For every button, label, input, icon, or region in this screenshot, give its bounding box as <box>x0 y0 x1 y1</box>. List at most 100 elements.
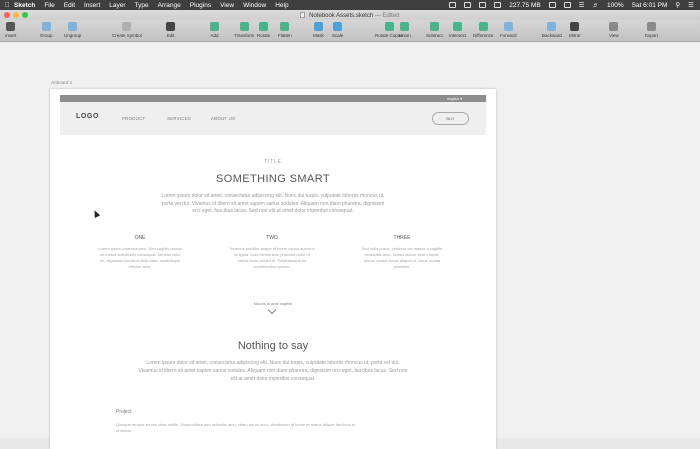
document-name: Notebook Assets.sketch <box>309 12 374 19</box>
toolbar-label: Rotate <box>257 33 271 38</box>
status-icon[interactable] <box>563 2 571 8</box>
artboard[interactable]: english ▾ LOGO PRODUCT SERVICES ABOUT US… <box>50 89 496 449</box>
toolbar-label: Union <box>399 33 411 38</box>
edit-icon <box>166 22 175 31</box>
feature-title: ONE <box>134 235 146 241</box>
toolbar-label: Create Symbol <box>112 33 142 38</box>
feature-text: Vivamus porttitor augue et lorem varius … <box>229 246 315 269</box>
toolbar-create-symbol-button[interactable]: Create Symbol <box>112 22 142 38</box>
ungroup-icon <box>68 22 78 31</box>
menu-bar:  Sketch File Edit Insert Layer Type Arr… <box>0 0 700 10</box>
toolbar-label: Export <box>645 33 659 38</box>
toolbar-intersect-button[interactable]: Intersect <box>449 22 466 38</box>
menu-file[interactable]: File <box>44 2 54 9</box>
feature-text: Lorem ipsum pharetra arcu. Sed sagittis … <box>98 246 182 269</box>
document-icon <box>300 11 306 18</box>
toolbar-label: Group <box>40 33 53 38</box>
edited-status: — Edited <box>374 12 400 19</box>
section-title: TITLE <box>264 159 282 165</box>
menu-arrange[interactable]: Arrange <box>158 2 181 9</box>
intro-paragraph: Lorem ipsum dolor sit amet, consectetur … <box>161 193 385 214</box>
site-navbar: LOGO PRODUCT SERVICES ABOUT US BUY <box>60 102 486 135</box>
menu-insert[interactable]: Insert <box>84 2 100 9</box>
menu-edit[interactable]: Edit <box>64 2 75 9</box>
toolbar-union-button[interactable]: Union <box>399 22 411 38</box>
view-icon <box>609 22 619 31</box>
apple-icon[interactable]:  <box>0 2 14 9</box>
language-bar: english ▾ <box>60 95 486 102</box>
status-icon[interactable] <box>464 2 472 8</box>
toolbar-transform-button[interactable]: Transform <box>234 22 254 38</box>
language-selector[interactable]: english ▾ <box>447 96 462 101</box>
status-icon[interactable] <box>494 2 502 8</box>
toolbar-scale-button[interactable]: Scale <box>332 22 343 38</box>
menu-layer[interactable]: Layer <box>109 2 125 9</box>
toolbar-backward-button[interactable]: Backward <box>542 22 562 38</box>
toolbar-mask-button[interactable]: Mask <box>313 22 324 38</box>
status-icon[interactable] <box>548 2 556 8</box>
mirror-icon <box>570 22 580 31</box>
menu-view[interactable]: View <box>220 2 234 9</box>
site-logo[interactable]: LOGO <box>76 113 99 120</box>
chevron-down-icon[interactable] <box>267 305 277 315</box>
buy-button[interactable]: BUY <box>432 112 469 125</box>
menu-plugins[interactable]: Plugins <box>190 2 211 9</box>
secondary-paragraph: Lorem ipsum dolor sit amet, consectetur … <box>138 360 408 382</box>
window-title-bar: Notebook Assets.sketch — Edited <box>0 10 700 20</box>
toolbar-export-button[interactable]: Export <box>645 22 658 38</box>
toolbar-add-button[interactable]: Add <box>210 22 219 38</box>
toolbar-view-button[interactable]: View <box>609 22 619 38</box>
forward-icon <box>503 22 513 31</box>
difference-icon <box>478 22 488 31</box>
menu-window[interactable]: Window <box>243 2 266 9</box>
subtract-icon <box>429 22 439 31</box>
toolbar-group-button[interactable]: Group <box>40 22 53 38</box>
wifi-icon[interactable]: ☰ <box>579 1 585 9</box>
rotate-copies-icon <box>384 22 394 31</box>
toolbar-mirror-button[interactable]: Mirror <box>569 22 581 38</box>
menu-app-name[interactable]: Sketch <box>14 2 35 9</box>
toolbar-forward-button[interactable]: Forward <box>500 22 517 38</box>
toolbar-label: Mirror <box>569 33 581 38</box>
toolbar-label: Difference <box>473 33 494 38</box>
toolbar-label: Edit <box>166 33 175 38</box>
feature-title: THREE <box>393 235 411 241</box>
toolbar-flatten-button[interactable]: Flatten <box>278 22 292 38</box>
memory-usage[interactable]: 227.75 MB <box>509 2 540 9</box>
toolbar-difference-button[interactable]: Difference <box>473 22 493 38</box>
scroll-cta-text[interactable]: Mauris in ante sagittis <box>50 301 496 306</box>
nav-product[interactable]: PRODUCT <box>122 116 145 121</box>
add-icon <box>210 22 219 31</box>
nav-about-us[interactable]: ABOUT US <box>211 116 235 121</box>
intersect-icon <box>453 22 463 31</box>
window-title: Notebook Assets.sketch — Edited <box>0 11 700 19</box>
nav-services[interactable]: SERVICES <box>167 116 191 121</box>
menu-type[interactable]: Type <box>135 2 149 9</box>
toolbar-label: Insert <box>5 33 17 38</box>
feature-column-three: THREE Sed nulla purus, vehicula vel mass… <box>359 235 445 270</box>
toolbar-label: View <box>609 33 619 38</box>
menu-items: Sketch File Edit Insert Layer Type Arran… <box>14 2 289 9</box>
toolbar-insert-button[interactable]: Insert <box>5 22 16 38</box>
toolbar-rotate-button[interactable]: Rotate <box>257 22 270 38</box>
toolbar-subtract-button[interactable]: Subtract <box>426 22 443 38</box>
dropbox-icon[interactable] <box>449 2 457 8</box>
artboard-label[interactable]: Artboard 2 <box>51 80 72 85</box>
toolbar-label: Transform <box>234 33 255 38</box>
clock[interactable]: Sat 6:01 PM <box>632 2 668 9</box>
menu-help[interactable]: Help <box>275 2 288 9</box>
canvas[interactable]: Artboard 2 english ▾ LOGO PRODUCT SERVIC… <box>0 43 700 449</box>
menu-extras: 227.75 MB ☰ ♬ 100% Sat 6:01 PM ⚲ ☰ <box>449 1 700 9</box>
toolbar-label: Scale <box>332 33 344 38</box>
rotate-icon <box>259 22 269 31</box>
toolbar-ungroup-button[interactable]: Ungroup <box>64 22 81 38</box>
flatten-icon <box>280 22 290 31</box>
status-icon[interactable] <box>479 2 487 8</box>
search-icon[interactable]: ⚲ <box>675 1 680 9</box>
feature-title: TWO <box>266 235 278 241</box>
toolbar-label: Add <box>210 33 219 38</box>
battery-percent[interactable]: 100% <box>607 2 624 9</box>
volume-icon[interactable]: ♬ <box>593 2 600 9</box>
toolbar-edit-button[interactable]: Edit <box>166 22 175 38</box>
notification-center-icon[interactable]: ☰ <box>688 1 694 9</box>
